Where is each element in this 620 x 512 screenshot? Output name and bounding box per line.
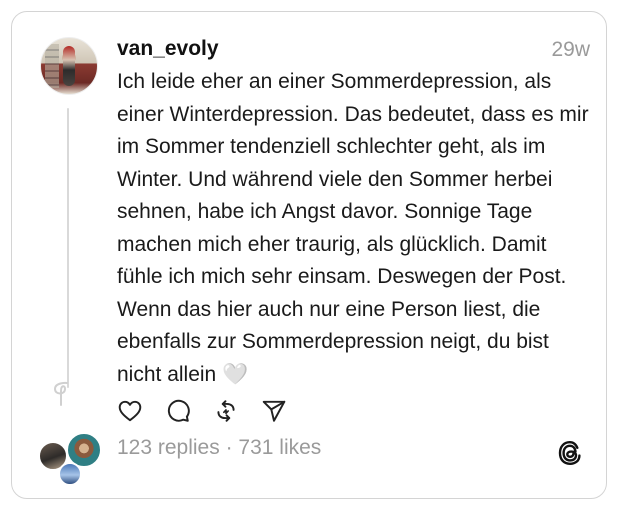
heart-icon[interactable] [117,398,143,424]
post-stats: 123 replies · 731 likes [117,436,321,460]
timestamp[interactable]: 29w [551,38,590,62]
replies-count[interactable]: 123 replies [117,436,220,459]
username[interactable]: van_evoly [117,37,219,61]
avatar[interactable] [40,37,98,95]
thread-line [67,108,69,388]
replier-avatar[interactable] [58,462,82,486]
send-icon[interactable] [261,398,287,424]
repost-icon[interactable] [213,398,239,424]
comment-icon[interactable] [165,398,191,424]
stats-separator: · [219,436,239,459]
thread-loop-icon [53,381,68,406]
likes-count[interactable]: 731 likes [238,436,321,459]
post-text: Ich leide eher an einer Sommerdepression… [117,70,589,386]
threads-logo-icon[interactable] [556,439,584,467]
